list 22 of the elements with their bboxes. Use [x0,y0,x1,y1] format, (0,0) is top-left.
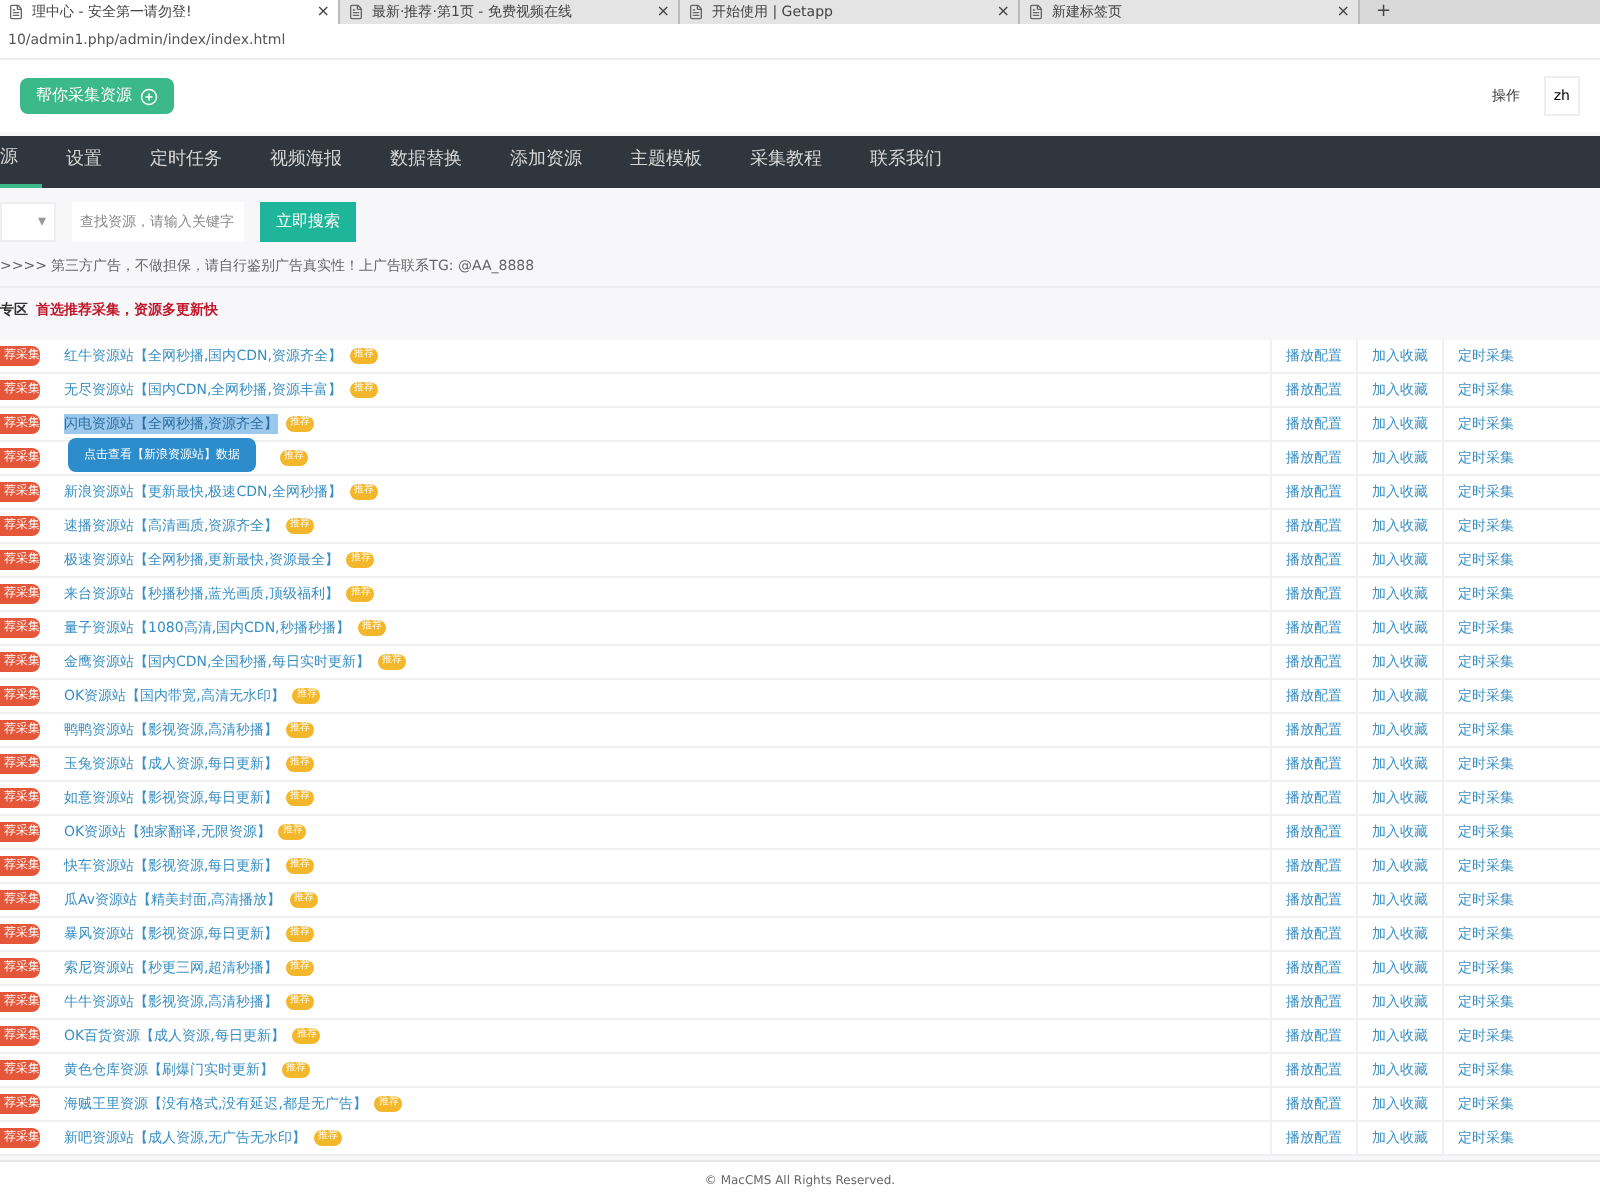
close-icon[interactable]: × [656,0,670,24]
nav-tab[interactable]: 数据替换 [366,136,486,188]
nav-tab[interactable]: 定时任务 [126,136,246,188]
page-icon [1028,4,1044,20]
nav-tab[interactable]: 设置 [42,136,126,188]
nav-tab[interactable]: 主题模板 [606,136,726,188]
page-icon [348,4,364,20]
new-tab-button[interactable]: + [1360,0,1408,24]
type-select[interactable]: ▾ [0,202,56,242]
collect-button[interactable]: 帮你采集资源 [20,78,174,114]
search-button[interactable]: 立即搜索 [260,202,356,242]
nav-tab[interactable]: 联系我们 [846,136,966,188]
page-icon [688,4,704,20]
plus-icon [140,87,158,105]
page-icon [8,4,24,20]
nav-tab[interactable]: 视频海报 [246,136,366,188]
nav-tab[interactable]: 采集教程 [726,136,846,188]
close-icon[interactable]: × [316,0,330,24]
nav-tab[interactable]: 添加资源 [486,136,606,188]
close-icon[interactable]: × [996,0,1010,24]
nav-tab[interactable]: 源 [0,136,42,188]
close-icon[interactable]: × [1336,0,1350,24]
